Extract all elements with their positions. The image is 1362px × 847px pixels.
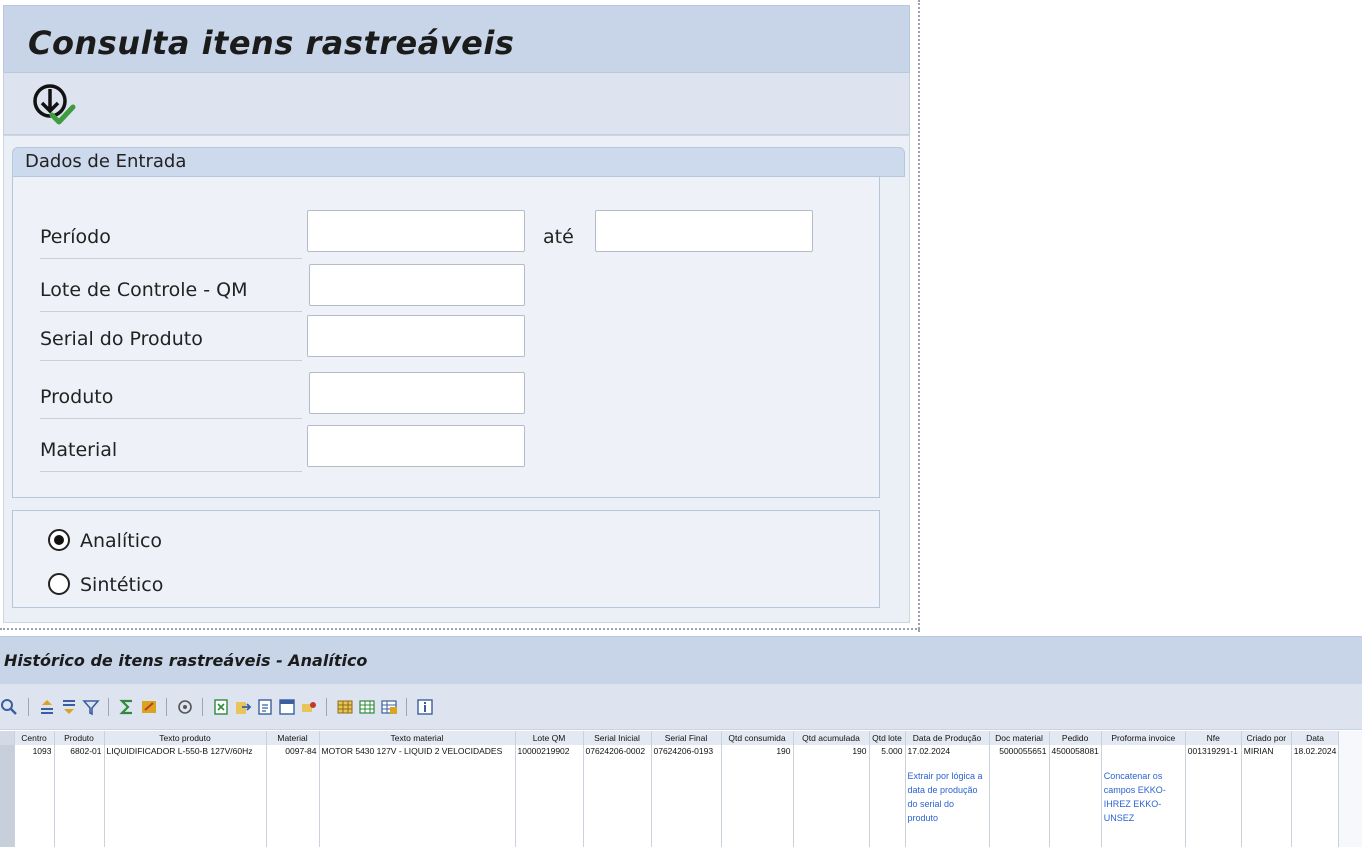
sort-ascending-icon[interactable] <box>38 698 56 716</box>
col-header[interactable]: Produto <box>54 731 105 745</box>
cell-doc-material: 5000055651 <box>999 746 1047 756</box>
note-proforma: Concatenar os campos EKKO-IHREZ EKKO-UNS… <box>1103 771 1166 823</box>
cell-pedido: 4500058081 <box>1051 746 1099 756</box>
report-title-bar: Histórico de itens rastreáveis - Analíti… <box>0 636 1362 684</box>
cell-nfe: 001319291-1 <box>1187 746 1238 756</box>
sintetico-radio[interactable] <box>48 573 70 595</box>
col-header[interactable]: Lote QM <box>515 731 584 745</box>
document-icon[interactable] <box>256 698 274 716</box>
col-header[interactable]: Material <box>266 731 320 745</box>
title-bar: Consulta itens rastreáveis <box>3 5 910 73</box>
col-header[interactable]: Centro <box>14 731 55 745</box>
separator <box>166 698 167 716</box>
produto-input[interactable] <box>309 372 525 414</box>
cell-criado-por: MIRIAN <box>1243 746 1274 756</box>
row-selector[interactable] <box>0 745 15 847</box>
col-header[interactable]: Qtd acumulada <box>793 731 870 745</box>
details-icon[interactable] <box>0 698 18 716</box>
cell-material: 0097-84 <box>285 746 317 756</box>
separator <box>202 698 203 716</box>
lote-controle-input[interactable] <box>309 264 525 306</box>
serial-produto-input[interactable] <box>307 315 525 357</box>
material-label: Material <box>40 439 302 472</box>
cell-produto: 6802-01 <box>70 746 102 756</box>
group-title: Dados de Entrada <box>25 151 187 172</box>
separator <box>108 698 109 716</box>
col-header[interactable]: Texto material <box>319 731 516 745</box>
analitico-label: Analítico <box>80 530 163 552</box>
alv-toolbar <box>0 684 1362 730</box>
ate-label: até <box>543 226 574 248</box>
cell-data: 18.02.2024 <box>1293 746 1337 756</box>
col-header[interactable]: Pedido <box>1049 731 1102 745</box>
info-icon[interactable] <box>416 698 434 716</box>
col-header[interactable]: Qtd lote <box>869 731 906 745</box>
filter-icon[interactable] <box>82 698 100 716</box>
select-all-cell[interactable] <box>0 731 15 745</box>
cell-texto-produto: LIQUIDIFICADOR L-550-B 127V/60Hz <box>106 746 253 756</box>
separator <box>28 698 29 716</box>
cell-qtd-acumulada: 190 <box>852 746 867 756</box>
page-title: Consulta itens rastreáveis <box>28 24 515 62</box>
change-layout-icon[interactable] <box>358 698 376 716</box>
report-title: Histórico de itens rastreáveis - Analíti… <box>4 651 368 670</box>
produto-label: Produto <box>40 386 302 419</box>
subtotal-icon[interactable] <box>140 698 158 716</box>
results-table: Centro Produto Texto produto Material Te… <box>0 731 1340 847</box>
execute-icon[interactable] <box>28 81 76 129</box>
col-header[interactable]: Nfe <box>1185 731 1242 745</box>
export-icon[interactable] <box>234 698 252 716</box>
analitico-radio[interactable] <box>48 529 70 551</box>
periodo-from-input[interactable] <box>307 210 525 252</box>
cell-serial-inicial: 07624206-0002 <box>585 746 646 756</box>
col-header[interactable]: Texto produto <box>104 731 267 745</box>
window-border-bottom <box>0 628 920 630</box>
col-header[interactable]: Serial Final <box>651 731 722 745</box>
cell-data-producao: 17.02.2024 <box>907 746 951 756</box>
separator <box>406 698 407 716</box>
material-input[interactable] <box>307 425 525 467</box>
serial-produto-label: Serial do Produto <box>40 328 302 361</box>
table-row[interactable]: 1093 6802-01 LIQUIDIFICADOR L-550-B 127V… <box>0 745 1340 847</box>
layout-icon[interactable] <box>278 698 296 716</box>
col-header[interactable]: Proforma invoice <box>1101 731 1186 745</box>
col-header[interactable]: Data de Produção <box>905 731 990 745</box>
note-data-producao: Extrair por lógica a data de produção do… <box>907 771 983 823</box>
application-toolbar <box>3 73 910 135</box>
sum-icon[interactable] <box>118 698 136 716</box>
grid-icon[interactable] <box>336 698 354 716</box>
col-header[interactable]: Serial Inicial <box>583 731 652 745</box>
selection-screen: Consulta itens rastreáveis Dados de Entr… <box>0 0 920 632</box>
print-preview-icon[interactable] <box>176 698 194 716</box>
col-header[interactable]: Criado por <box>1241 731 1292 745</box>
window-border-right <box>918 0 920 632</box>
group-header: Dados de Entrada <box>12 147 905 177</box>
lote-controle-label: Lote de Controle - QM <box>40 279 302 312</box>
col-header[interactable]: Doc material <box>989 731 1050 745</box>
save-layout-icon[interactable] <box>380 698 398 716</box>
cell-qtd-lote: 5.000 <box>881 746 903 756</box>
cell-serial-final: 07624206-0193 <box>653 746 714 756</box>
export-excel-icon[interactable] <box>212 698 230 716</box>
sintetico-label: Sintético <box>80 574 164 596</box>
col-header[interactable]: Qtd consumida <box>721 731 794 745</box>
periodo-label: Período <box>40 226 302 259</box>
alv-grid: Centro Produto Texto produto Material Te… <box>0 731 1362 847</box>
cell-proforma <box>1104 745 1183 757</box>
cell-texto-material: MOTOR 5430 127V - LIQUID 2 VELOCIDADES <box>321 746 503 756</box>
cell-lote-qm: 10000219902 <box>517 746 570 756</box>
sort-descending-icon[interactable] <box>60 698 78 716</box>
separator <box>326 698 327 716</box>
cell-qtd-consumida: 190 <box>776 746 791 756</box>
periodo-to-input[interactable] <box>595 210 813 252</box>
col-header[interactable]: Data <box>1291 731 1340 745</box>
header-row: Centro Produto Texto produto Material Te… <box>0 731 1340 745</box>
cell-centro: 1093 <box>32 746 52 756</box>
settings-icon[interactable] <box>300 698 318 716</box>
